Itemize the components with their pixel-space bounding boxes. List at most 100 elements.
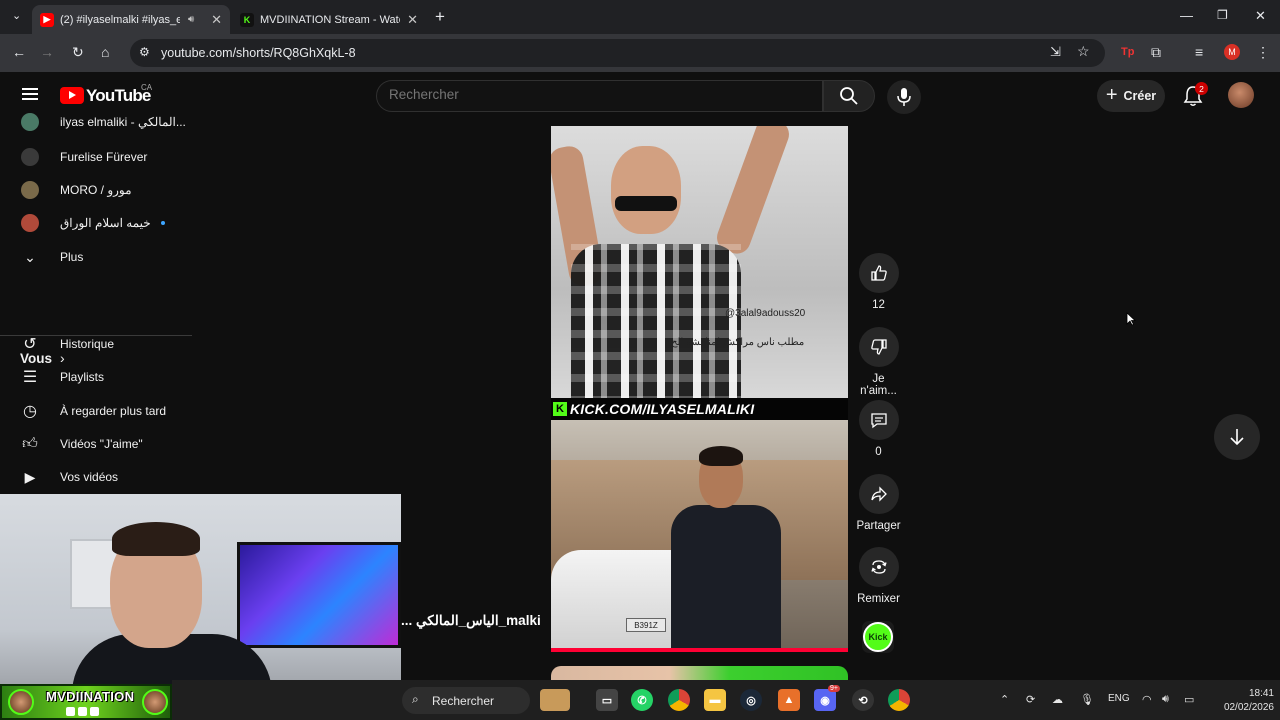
tab-youtube-short[interactable]: ▶ (2) #ilyaselmalki #ilyas_elm 🔊︎ ✕ [32,5,230,34]
voice-search-button[interactable] [887,80,921,114]
tray-overflow-icon[interactable]: ⌃ [1000,693,1009,706]
widgets-icon[interactable] [540,689,570,711]
search-input[interactable] [389,87,809,102]
short-video-player[interactable]: @3alal9adouss20 مطلب ناس مراكش لمناقشة ا… [551,126,848,652]
chevron-down-icon: ⌄ [24,248,36,265]
sidebar-item-watch-later[interactable]: ◷ À regarder plus tard [0,394,192,428]
kick-social-icon [90,707,99,716]
streamer-brand-banner: MVDIINATION [0,684,172,720]
steam-icon[interactable]: ◎ [740,689,762,711]
extension-tp-icon[interactable]: Tp [1121,46,1134,58]
short-channel-name[interactable]: ... الياس_المالكي_malki [401,613,541,629]
tab-audio-icon[interactable]: 🔊︎ [188,14,194,25]
maximize-button[interactable]: ❐ [1217,8,1228,22]
minimize-button[interactable]: — [1180,8,1193,23]
install-app-icon[interactable]: ⇲ [1050,44,1061,60]
battery-icon[interactable]: ▭ [1184,693,1194,706]
tab-search-chevron-icon[interactable]: ⌄ [12,9,21,22]
comment-count: 0 [875,446,882,458]
video-subject-2 [671,446,781,652]
sidebar-item-label: Vos vidéos [60,470,119,484]
chrome-profile-icon[interactable] [888,689,910,711]
create-button[interactable]: + Créer [1097,80,1165,112]
sidebar-subscription-moro[interactable]: MORO / مورو [0,173,192,207]
reload-icon[interactable]: ↻ [72,44,84,61]
new-tab-button[interactable]: + [435,7,445,27]
sidebar-subscription-islam-warraq[interactable]: خيمه اسلام الوراق [0,206,192,240]
remix-button[interactable]: Remixer [854,547,903,605]
clock-time: 18:41 [1248,688,1274,699]
avatar [21,214,39,232]
dislike-button[interactable]: Je n'aim... [854,327,903,397]
app-circle-icon[interactable]: ⟲ [852,689,874,711]
sidebar-subscription-ilyas-elmaliki[interactable]: ilyas elmaliki - المالكي... [0,105,192,139]
chrome-menu-icon[interactable]: ⋮ [1256,44,1270,61]
search-button[interactable] [823,80,875,112]
tray-cloud-icon[interactable]: ☁︎ [1052,693,1063,706]
language-indicator[interactable]: ENG [1108,693,1130,704]
search-icon: ⌕ [412,692,419,706]
hamburger-menu-icon[interactable] [22,88,38,100]
wifi-icon[interactable]: ◠ [1142,693,1152,706]
forward-icon[interactable]: → [40,44,54,60]
next-short-button[interactable] [1214,414,1260,460]
like-button[interactable]: 12 [854,253,903,311]
sidebar-item-playlists[interactable]: ☰ Playlists [0,360,192,394]
share-button[interactable]: Partager [854,474,903,532]
media-controls-icon[interactable]: ≡ [1195,44,1203,60]
file-explorer-icon[interactable]: ▬ [704,689,726,711]
app-orange-icon[interactable]: ▲ [778,689,800,711]
account-avatar[interactable] [1228,82,1254,108]
arrow-down-icon [1230,429,1244,446]
sidebar-more-button[interactable]: ⌄ Plus [0,240,192,274]
brand-avatar-left [8,689,34,715]
sidebar-item-history[interactable]: ↺ Historique [0,327,192,361]
bookmark-star-icon[interactable]: ☆ [1077,43,1090,60]
sidebar-item-liked-videos[interactable]: 👍︎ Vidéos "J'aime" [0,427,192,461]
clock-date: 02/02/2026 [1223,702,1274,713]
channel-avatar-button[interactable]: Kick [862,621,894,653]
home-icon[interactable]: ⌂ [101,44,109,60]
back-icon[interactable]: ← [12,44,26,60]
sidebar-item-your-videos[interactable]: ▶ Vos vidéos [0,460,192,494]
address-bar[interactable]: ⚙︎ youtube.com/shorts/RQ8GhXqkL-8 ⇲ ☆ [130,39,1105,67]
sidebar: ilyas elmaliki - المالكي... Furelise Für… [0,113,192,502]
video-arm [713,126,793,258]
extensions-puzzle-icon[interactable]: ⧉ [1151,44,1161,61]
avatar [21,113,39,131]
chrome-icon[interactable] [668,689,690,711]
browser-toolbar: ← → ↻ ⌂ ⚙︎ youtube.com/shorts/RQ8GhXqkL-… [0,34,1280,72]
channel-avatar [20,112,40,132]
remix-label: Remixer [857,593,900,605]
tab-kick-stream[interactable]: K MVDIINATION Stream - Watch ✕ [232,5,426,34]
taskbar-search[interactable]: ⌕ Rechercher [402,687,530,714]
streamer-hair [112,522,200,556]
instagram-social-icon [78,707,87,716]
microphone-icon [897,88,911,106]
discord-icon[interactable]: ◉ [814,689,836,711]
remix-icon [858,547,899,587]
whatsapp-icon[interactable]: ✆ [631,689,653,711]
site-info-icon[interactable]: ⚙︎ [139,45,150,59]
close-window-button[interactable]: ✕ [1255,8,1266,24]
youtube-logo-icon[interactable] [60,87,84,104]
task-view-icon[interactable]: ▭ [596,689,618,711]
video-subject-shirt [571,244,741,404]
sidebar-subscription-furelise[interactable]: Furelise Fürever [0,140,192,174]
system-clock[interactable]: 18:41 02/02/2026 [1212,687,1274,715]
avatar [21,148,39,166]
tab-close-icon[interactable]: ✕ [407,12,418,28]
channel-avatar [20,180,40,200]
comments-button[interactable]: 0 [854,400,903,458]
tab-close-icon[interactable]: ✕ [211,12,222,28]
tray-sync-icon[interactable]: ⟳ [1026,693,1035,706]
dislike-icon [858,327,899,367]
your-videos-icon: ▶ [24,468,36,485]
volume-icon[interactable]: 🔊︎ [1162,693,1169,706]
streamer-name: MVDIINATION [46,689,135,704]
video-progress-bar[interactable] [551,648,848,652]
browser-profile-avatar[interactable]: M [1224,44,1240,60]
tray-microphone-icon[interactable]: 🎙︎ [1080,693,1094,706]
subscription-label: Furelise Fürever [60,150,148,164]
brand-avatar-right [142,689,168,715]
